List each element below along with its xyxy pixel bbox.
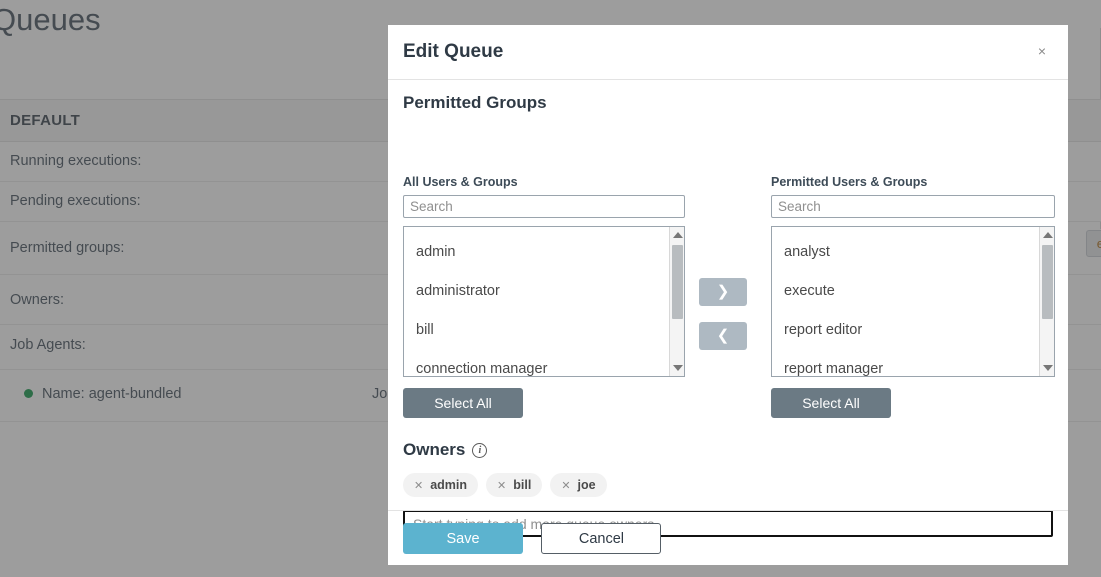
list-item[interactable]: execute	[772, 272, 1054, 311]
permitted-users-groups-panel: Permitted Users & Groups analyst execute…	[771, 175, 1055, 418]
remove-owner-icon[interactable]: ✕	[497, 479, 506, 492]
owner-chip-label: bill	[513, 478, 532, 492]
list-item[interactable]: bill	[404, 311, 684, 350]
owner-chip-label: admin	[430, 478, 468, 492]
owners-heading-row: Owners i	[403, 440, 1053, 460]
scroll-up-icon[interactable]	[670, 228, 684, 242]
save-button[interactable]: Save	[403, 523, 523, 554]
remove-owner-icon[interactable]: ✕	[414, 479, 423, 492]
all-users-groups-listbox[interactable]: admin administrator bill connection mana…	[403, 226, 685, 377]
close-icon[interactable]: ×	[1033, 42, 1051, 60]
list-item[interactable]: administrator	[404, 272, 684, 311]
select-all-left-button[interactable]: Select All	[403, 388, 523, 418]
list-item[interactable]: analyst	[772, 233, 1054, 272]
owners-heading: Owners	[403, 440, 466, 459]
owner-chip-label: joe	[577, 478, 596, 492]
scrollbar-thumb[interactable]	[672, 245, 683, 319]
modal-footer: Save Cancel	[388, 510, 1068, 565]
scrollbar[interactable]	[669, 227, 684, 376]
owner-chip[interactable]: ✕ bill	[486, 473, 543, 497]
list-item[interactable]: report manager	[772, 350, 1054, 376]
permitted-users-groups-label: Permitted Users & Groups	[771, 175, 928, 189]
modal-title: Edit Queue	[403, 41, 504, 62]
all-users-groups-label: All Users & Groups	[403, 175, 518, 189]
all-users-groups-panel: All Users & Groups admin administrator b…	[403, 175, 685, 418]
move-right-icon[interactable]: ❯	[699, 278, 747, 306]
scroll-down-icon[interactable]	[670, 361, 684, 375]
owner-chip[interactable]: ✕ joe	[550, 473, 607, 497]
transfer-buttons: ❯ ❮	[699, 278, 747, 366]
cancel-button[interactable]: Cancel	[541, 523, 662, 554]
list-item[interactable]: report editor	[772, 311, 1054, 350]
permitted-users-search-input[interactable]	[771, 195, 1055, 218]
modal-header: Edit Queue ×	[388, 25, 1068, 80]
permitted-users-groups-listbox[interactable]: analyst execute report editor report man…	[771, 226, 1055, 377]
all-users-search-input[interactable]	[403, 195, 685, 218]
owners-chip-list: ✕ admin ✕ bill ✕ joe	[403, 473, 1053, 497]
scrollbar[interactable]	[1039, 227, 1054, 376]
info-icon[interactable]: i	[472, 442, 488, 458]
scroll-up-icon[interactable]	[1040, 228, 1054, 242]
owner-chip[interactable]: ✕ admin	[403, 473, 479, 497]
edit-queue-modal: Edit Queue × Permitted Groups All Users …	[388, 25, 1068, 565]
list-item[interactable]: admin	[404, 233, 684, 272]
permitted-groups-heading: Permitted Groups	[403, 93, 547, 112]
move-left-icon[interactable]: ❮	[699, 322, 747, 350]
select-all-right-button[interactable]: Select All	[771, 388, 891, 418]
list-item[interactable]: connection manager	[404, 350, 684, 376]
scroll-down-icon[interactable]	[1040, 361, 1054, 375]
scrollbar-thumb[interactable]	[1042, 245, 1053, 319]
remove-owner-icon[interactable]: ✕	[561, 479, 570, 492]
modal-body: Permitted Groups All Users & Groups admi…	[388, 80, 1068, 537]
